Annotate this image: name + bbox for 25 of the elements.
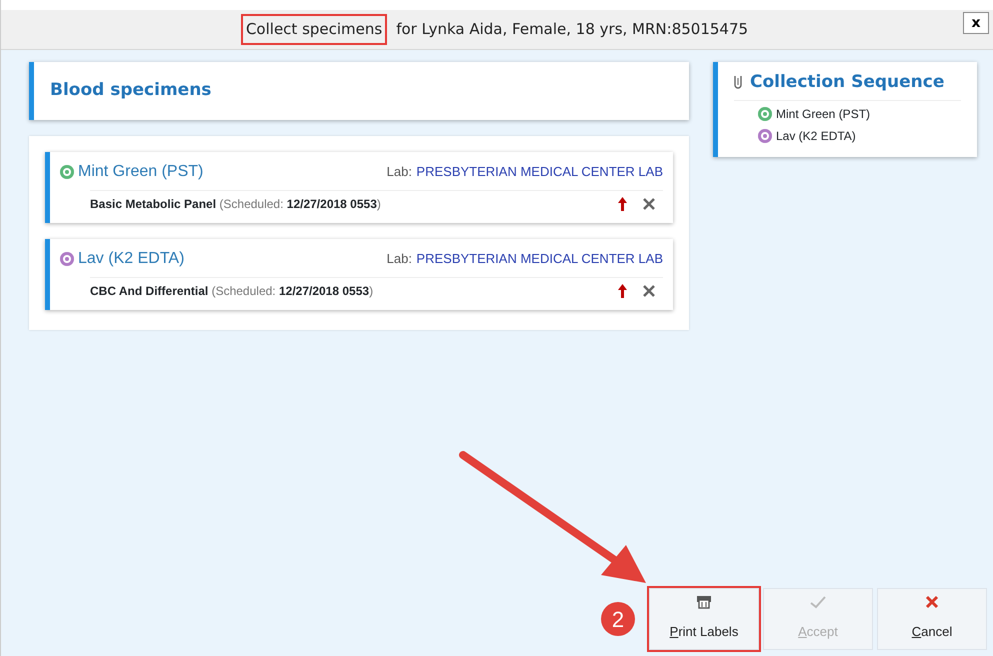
step-badge: 2 (601, 602, 635, 636)
window-title: for Lynka Aida, Female, 18 yrs, MRN:85015475 (395, 19, 750, 40)
cancel-button[interactable]: Cancel (877, 588, 987, 650)
lab-name: PRESBYTERIAN MEDICAL CENTER LAB (416, 164, 663, 178)
print-button[interactable]: Print Labels (649, 588, 759, 650)
priority-arrow-icon (618, 284, 627, 298)
section-title: Blood specimens (50, 80, 212, 100)
printer-icon (696, 595, 712, 609)
panel-title: Collection Sequence (750, 71, 944, 94)
close-button[interactable]: x (963, 12, 989, 34)
window-title: Collect specimens (240, 14, 388, 45)
order-text: Basic Metabolic Panel (Scheduled: 12/27/2018 0553) (90, 196, 381, 212)
container-name: Mint Green (PST) (78, 162, 204, 182)
priority-arrow-icon (618, 196, 627, 210)
close-icon (925, 595, 939, 609)
lab-label: Lab: (386, 164, 412, 178)
sequence-item: Mint Green (PST) (776, 106, 870, 122)
lab-name: PRESBYTERIAN MEDICAL CENTER LAB (416, 250, 663, 266)
sequence-item: Lav (K2 EDTA) (776, 128, 856, 144)
container-name: Lav (K2 EDTA) (78, 248, 184, 268)
lab-label: Lab: (386, 250, 412, 266)
remove-icon[interactable] (643, 198, 655, 210)
remove-icon[interactable] (643, 284, 655, 296)
order-text: CBC And Differential (Scheduled: 12/27/2018 0553) (90, 282, 374, 300)
checkmark-icon (810, 595, 826, 609)
